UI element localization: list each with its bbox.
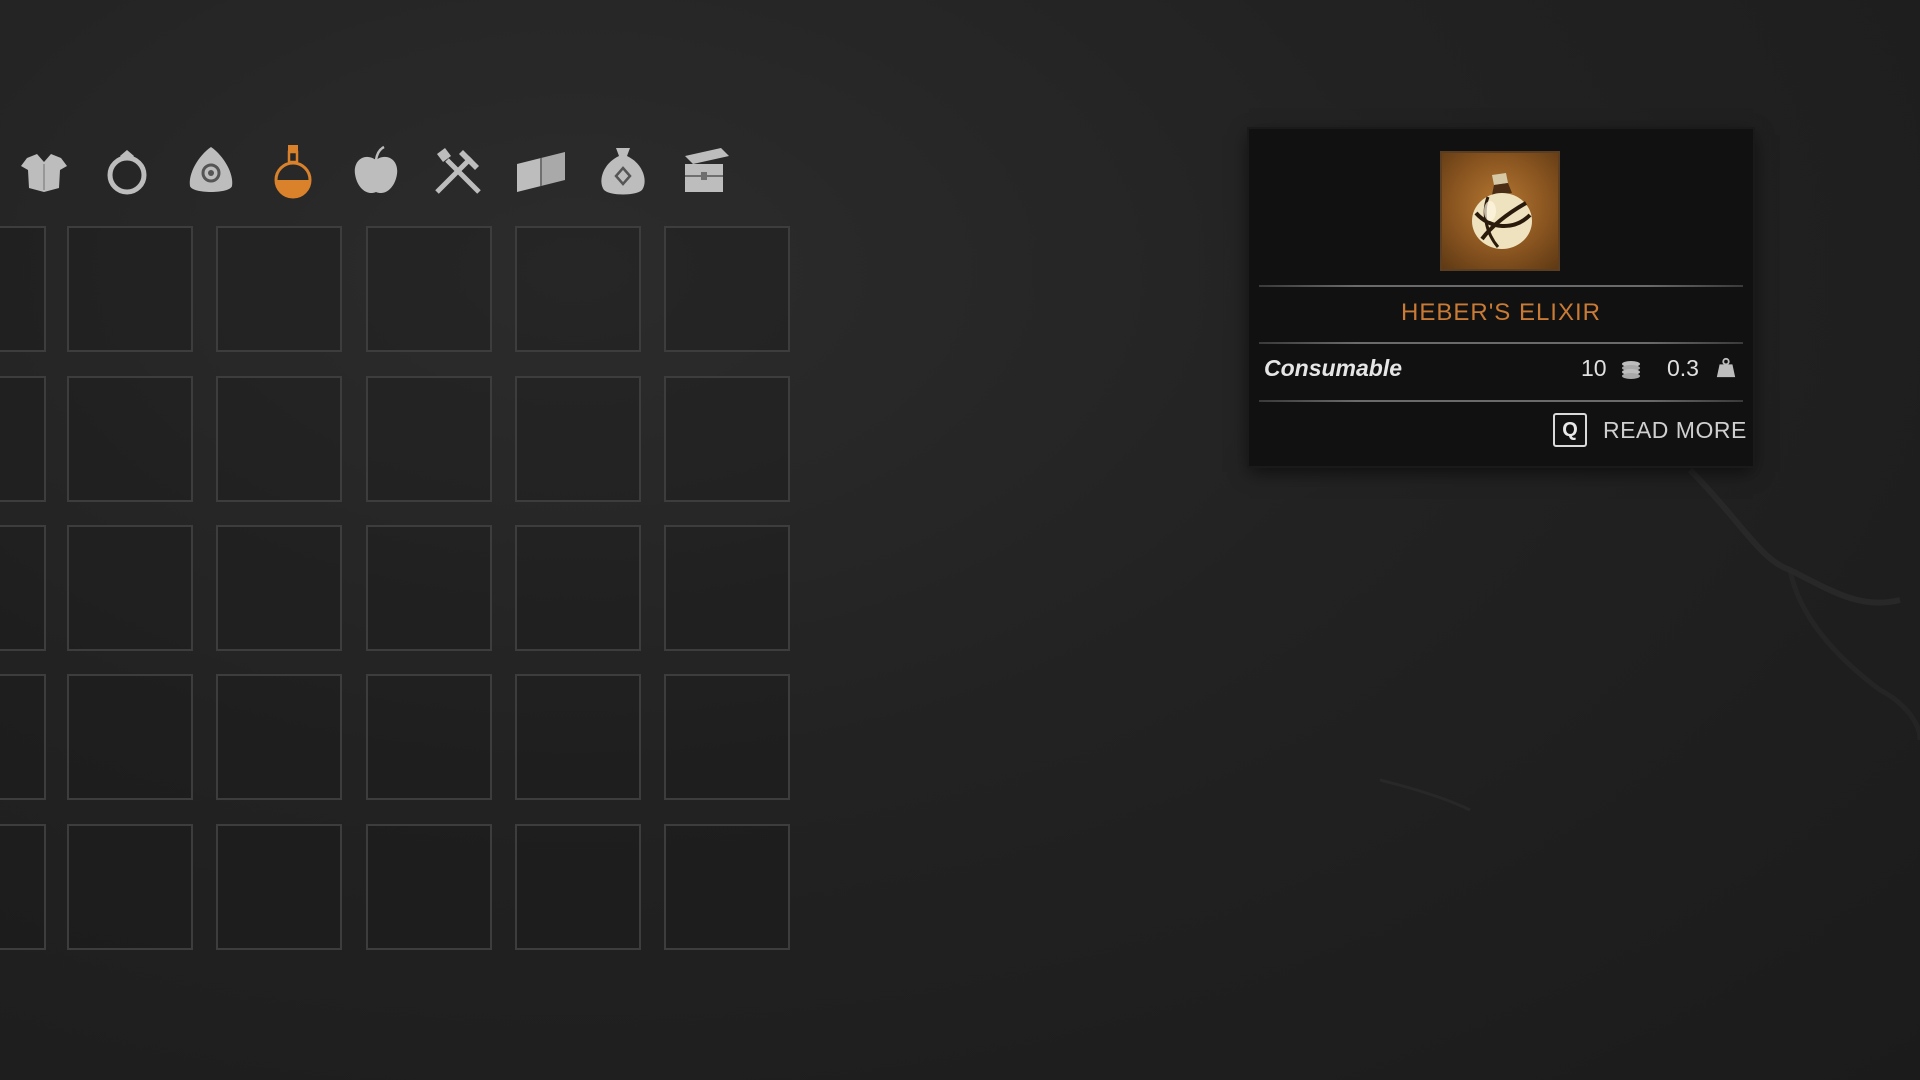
weight-icon bbox=[1716, 357, 1736, 378]
inventory-grid bbox=[0, 226, 800, 956]
money-bag-icon bbox=[601, 148, 645, 195]
item-value: 10 bbox=[1581, 355, 1607, 381]
inventory-slot[interactable] bbox=[0, 824, 46, 950]
inventory-slot[interactable] bbox=[216, 226, 342, 352]
inventory-slot[interactable] bbox=[515, 824, 641, 950]
category-rings[interactable] bbox=[94, 138, 160, 204]
inventory-slot[interactable] bbox=[0, 674, 46, 800]
inventory-slot[interactable] bbox=[67, 525, 193, 651]
inventory-slot[interactable] bbox=[67, 376, 193, 502]
inventory-slot[interactable] bbox=[216, 376, 342, 502]
inventory-slot[interactable] bbox=[0, 226, 46, 352]
book-icon bbox=[517, 152, 565, 192]
category-valuables[interactable] bbox=[590, 138, 656, 204]
inventory-slot[interactable] bbox=[366, 824, 492, 950]
item-weight: 0.3 bbox=[1667, 355, 1699, 381]
inventory-slot[interactable] bbox=[366, 674, 492, 800]
inventory-slot[interactable] bbox=[67, 824, 193, 950]
category-bar bbox=[0, 138, 760, 204]
category-potions[interactable] bbox=[260, 138, 326, 204]
apple-icon bbox=[354, 145, 398, 194]
category-armor[interactable] bbox=[11, 138, 77, 204]
inventory-slot[interactable] bbox=[515, 525, 641, 651]
item-tooltip: HEBER'S ELIXIR Consumable 10 0.3 Q READ … bbox=[1249, 129, 1753, 466]
inventory-slot[interactable] bbox=[664, 824, 790, 950]
inventory-slot[interactable] bbox=[0, 525, 46, 651]
read-more-key[interactable]: Q bbox=[1553, 413, 1587, 447]
inventory-slot[interactable] bbox=[366, 226, 492, 352]
inventory-slot[interactable] bbox=[67, 226, 193, 352]
category-food[interactable] bbox=[343, 138, 409, 204]
category-tools[interactable] bbox=[425, 138, 491, 204]
amulet-icon bbox=[189, 147, 233, 192]
category-amulets[interactable] bbox=[178, 138, 244, 204]
inventory-slot[interactable] bbox=[216, 674, 342, 800]
inventory-slot[interactable] bbox=[515, 376, 641, 502]
ring-icon bbox=[107, 150, 147, 195]
item-image bbox=[1440, 151, 1560, 271]
item-name: HEBER'S ELIXIR bbox=[1401, 299, 1601, 326]
inventory-slot[interactable] bbox=[515, 674, 641, 800]
inventory-slot[interactable] bbox=[664, 226, 790, 352]
divider bbox=[1259, 400, 1743, 402]
category-chests[interactable] bbox=[673, 138, 739, 204]
coins-icon bbox=[1622, 361, 1640, 379]
category-books[interactable] bbox=[508, 138, 574, 204]
divider bbox=[1259, 285, 1743, 287]
inventory-slot[interactable] bbox=[366, 376, 492, 502]
inventory-slot[interactable] bbox=[515, 226, 641, 352]
divider bbox=[1259, 342, 1743, 344]
armor-icon bbox=[21, 154, 67, 192]
inventory-slot[interactable] bbox=[366, 525, 492, 651]
item-type: Consumable bbox=[1264, 355, 1403, 381]
read-more-button[interactable]: READ MORE bbox=[1603, 417, 1747, 444]
inventory-slot[interactable] bbox=[67, 674, 193, 800]
tools-icon bbox=[435, 148, 481, 194]
potion-icon bbox=[274, 145, 312, 199]
elixir-bottle-icon bbox=[1472, 173, 1532, 249]
inventory-slot[interactable] bbox=[664, 525, 790, 651]
inventory-slot[interactable] bbox=[664, 674, 790, 800]
chest-icon bbox=[685, 148, 729, 192]
inventory-slot[interactable] bbox=[216, 824, 342, 950]
inventory-slot[interactable] bbox=[0, 376, 46, 502]
inventory-slot[interactable] bbox=[216, 525, 342, 651]
inventory-slot[interactable] bbox=[664, 376, 790, 502]
